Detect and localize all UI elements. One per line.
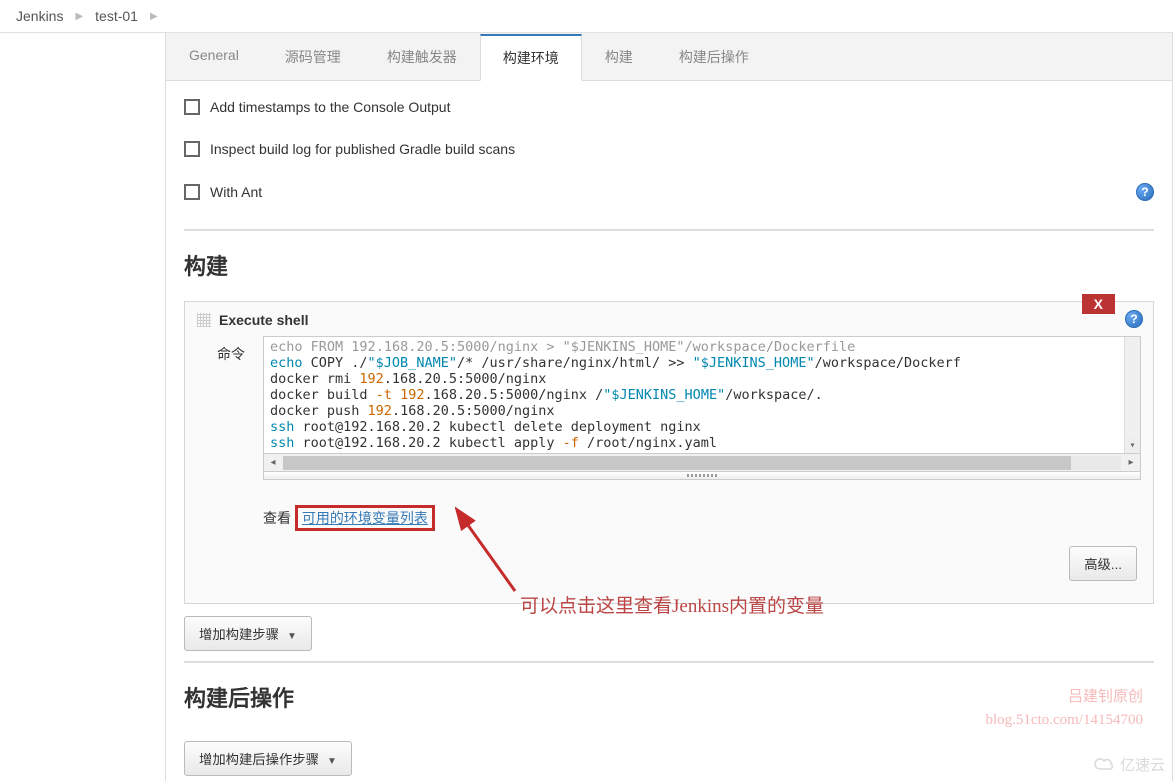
chevron-right-icon: ▶: [75, 11, 83, 22]
delete-step-button[interactable]: X: [1082, 294, 1115, 314]
tab-general[interactable]: General: [166, 34, 262, 81]
add-post-build-step-button[interactable]: 增加构建后操作步骤▼: [184, 741, 352, 776]
scroll-left-icon[interactable]: ◂: [264, 457, 282, 468]
help-icon[interactable]: ?: [1125, 310, 1143, 328]
tab-build[interactable]: 构建: [582, 34, 656, 81]
tab-triggers[interactable]: 构建触发器: [364, 34, 480, 81]
crumb-home[interactable]: Jenkins: [16, 8, 63, 24]
build-step-execute-shell: X ? Execute shell 命令 echo FROM 192.168.2…: [184, 301, 1154, 604]
scroll-right-icon[interactable]: ▸: [1122, 457, 1140, 468]
label-with-ant: With Ant: [210, 184, 262, 200]
caret-down-icon: ▼: [287, 631, 297, 642]
command-label: 命令: [217, 336, 247, 364]
see-prefix: 查看: [263, 510, 295, 526]
section-title-post-build: 构建后操作: [184, 675, 1154, 729]
caret-down-icon: ▼: [327, 756, 337, 767]
tab-scm[interactable]: 源码管理: [262, 34, 364, 81]
chevron-right-icon: ▶: [150, 11, 158, 22]
tab-post-build[interactable]: 构建后操作: [656, 34, 772, 81]
add-build-step-button[interactable]: 增加构建步骤▼: [184, 616, 312, 651]
checkbox-with-ant[interactable]: [184, 184, 200, 200]
label-timestamps: Add timestamps to the Console Output: [210, 99, 450, 115]
drag-handle-icon[interactable]: [197, 313, 211, 327]
step-title: Execute shell: [219, 312, 309, 328]
checkbox-timestamps[interactable]: [184, 99, 200, 115]
breadcrumb: Jenkins ▶ test-01 ▶: [0, 0, 1173, 33]
tab-build-env[interactable]: 构建环境: [480, 34, 582, 81]
horizontal-scrollbar[interactable]: ◂ ▸: [263, 454, 1141, 472]
help-icon[interactable]: ?: [1136, 183, 1154, 201]
advanced-button[interactable]: 高级...: [1069, 546, 1137, 581]
label-gradle-scans: Inspect build log for published Gradle b…: [210, 141, 515, 157]
env-vars-link[interactable]: 可用的环境变量列表: [295, 505, 435, 531]
scroll-down-icon[interactable]: ▾: [1125, 437, 1140, 453]
resize-handle[interactable]: [263, 472, 1141, 480]
crumb-job[interactable]: test-01: [95, 8, 138, 24]
checkbox-gradle-scans[interactable]: [184, 141, 200, 157]
shell-command-textarea[interactable]: echo FROM 192.168.20.5:5000/nginx > "$JE…: [263, 336, 1141, 454]
vertical-scrollbar[interactable]: ▾: [1124, 337, 1140, 453]
config-tabs: General 源码管理 构建触发器 构建环境 构建 构建后操作: [165, 33, 1173, 81]
section-title-build: 构建: [184, 243, 1154, 297]
